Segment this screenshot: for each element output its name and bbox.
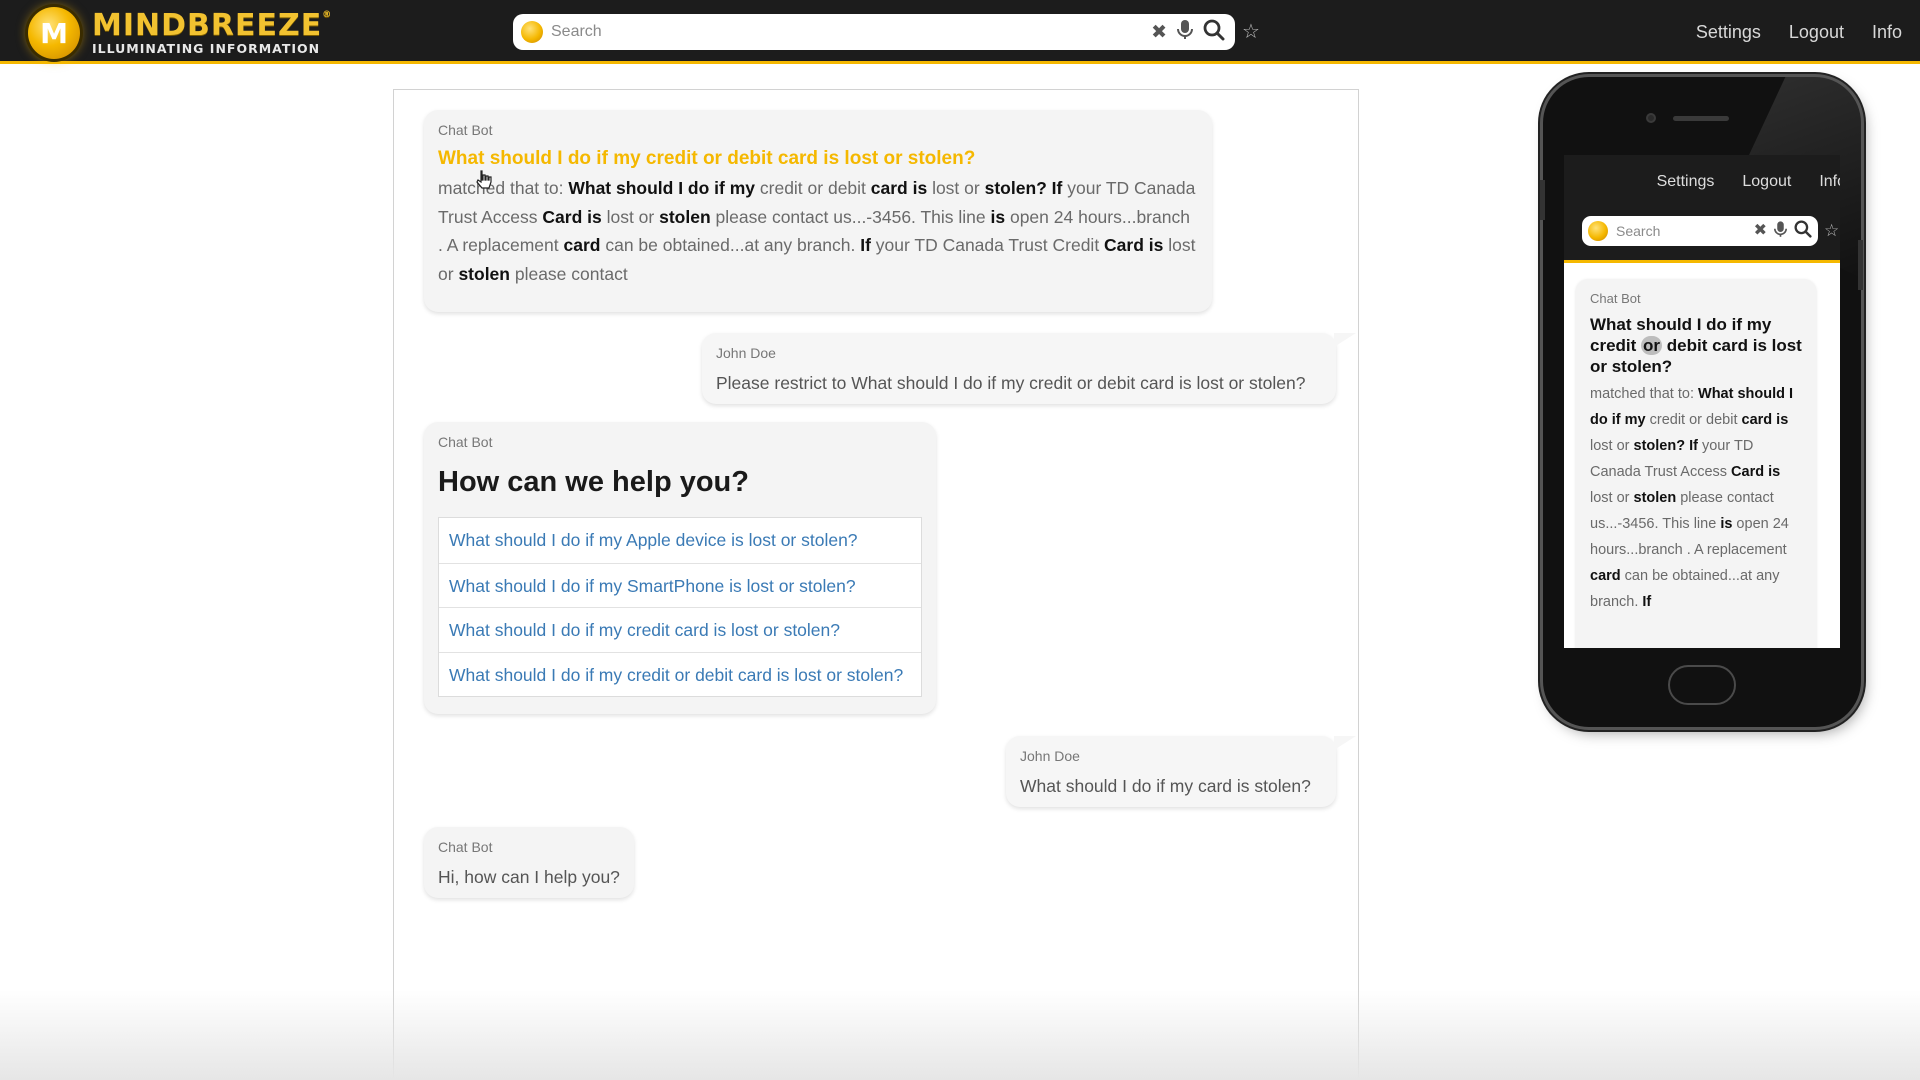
message-sender: John Doe [1020,748,1080,764]
chat-message-bot-result: Chat Bot What should I do if my credit o… [424,110,1212,312]
snippet-text: your TD Canada Trust Credit [870,235,1105,255]
phone-nav: Settings Logout Info [1629,173,1840,191]
snippet-match: Card is [1731,464,1781,480]
phone-top-bar: Settings Logout Info Search ✖ ☆ [1564,155,1840,263]
suggestion-option[interactable]: What should I do if my Apple device is l… [439,518,921,563]
phone-side-button [1540,180,1545,220]
phone-nav-settings[interactable]: Settings [1657,173,1715,191]
logo-badge-icon: M [28,7,80,59]
message-sender: Chat Bot [438,839,493,855]
snippet-text: please contact us...-3456. This line [710,206,991,227]
snippet-text: lost or [1590,438,1634,454]
snippet-match: Card is [542,206,602,227]
logo-text: MINDBREEZE® ILLUMINATING INFORMATION [92,7,333,56]
snippet-text: credit or debit [1645,412,1742,428]
mindbreeze-search-icon [1588,221,1608,241]
snippet-match: stolen? If [984,178,1063,198]
phone-search-bar[interactable]: Search ✖ [1582,216,1818,246]
snippet-match: card is [1741,412,1789,428]
top-bar: M MINDBREEZE® ILLUMINATING INFORMATION ✖… [0,0,1920,64]
logo-tagline: ILLUMINATING INFORMATION [92,40,321,56]
message-text: Hi, how can I help you? [438,867,620,887]
phone-result-snippet: matched that to: What should I do if my … [1590,381,1802,615]
top-nav: Settings Logout Info [1668,0,1902,64]
suggestion-option[interactable]: What should I do if my SmartPhone is los… [439,562,921,608]
snippet-match: is [1720,516,1733,532]
nav-info[interactable]: Info [1872,22,1902,43]
phone-nav-logout[interactable]: Logout [1742,173,1791,191]
message-text: What should I do if my card is stolen? [1020,776,1311,796]
message-sender: Chat Bot [1590,291,1641,306]
microphone-icon[interactable] [1177,20,1193,44]
snippet-text: matched that to: [438,178,569,198]
trademark-mark: ® [322,9,333,20]
snippet-match: What should I do if my [568,178,756,198]
snippet-match: stolen [659,206,711,227]
phone-mockup: Settings Logout Info Search ✖ ☆ Chat Bot… [1543,77,1861,727]
clear-icon[interactable]: ✖ [1151,23,1167,42]
snippet-match: If [1642,594,1652,610]
star-icon[interactable]: ☆ [1242,19,1260,44]
snippet-match: If [860,235,871,255]
message-sender: John Doe [716,345,776,361]
snippet-match: stolen [1633,490,1677,506]
snippet-text: lost or [927,178,985,198]
search-input[interactable] [551,23,1142,41]
nav-logout[interactable]: Logout [1789,22,1844,43]
mindbreeze-logo[interactable]: M MINDBREEZE® ILLUMINATING INFORMATION [28,7,333,59]
chat-message-user: John Doe Please restrict to What should … [702,333,1356,404]
snippet-match: stolen? If [1633,438,1698,454]
snippet-text: lost or [1590,490,1634,506]
help-heading: How can we help you? [438,466,749,498]
clear-icon[interactable]: ✖ [1754,223,1767,239]
snippet-match: card [1590,568,1621,584]
result-title-link[interactable]: What should I do if my credit or debit c… [438,146,1198,172]
nav-settings[interactable]: Settings [1696,22,1761,43]
snippet-match: card is [870,178,928,198]
phone-result-title[interactable]: What should I do if my credit or debit c… [1590,314,1802,377]
highlighted-word: or [1641,336,1663,355]
search-icon[interactable] [1794,220,1812,242]
snippet-match: is [990,206,1006,227]
suggestion-option[interactable]: What should I do if my credit or debit c… [439,651,921,697]
chat-message-bot: Chat Bot Hi, how can I help you? [424,827,634,898]
message-sender: Chat Bot [438,434,493,450]
mindbreeze-search-icon [521,21,543,43]
phone-chat-message: Chat Bot What should I do if my credit o… [1576,279,1816,648]
snippet-text: can be obtained...at any branch. [600,235,861,255]
snippet-text: matched that to: [1590,386,1699,402]
chat-panel: Chat Bot What should I do if my credit o… [393,89,1359,1080]
message-sender: Chat Bot [438,122,493,138]
chat-message-bot-options: Chat Bot How can we help you? What shoul… [424,422,936,714]
message-text: Please restrict to What should I do if m… [716,373,1306,393]
suggestion-list: What should I do if my Apple device is l… [438,517,922,697]
star-icon[interactable]: ☆ [1824,221,1839,241]
snippet-text: please contact [509,263,628,284]
snippet-match: card [563,235,601,255]
search-bar: ✖ [513,14,1235,50]
suggestion-option[interactable]: What should I do if my credit card is lo… [439,607,921,652]
result-snippet: matched that to: What should I do if my … [438,174,1198,288]
phone-nav-info[interactable]: Info [1819,173,1840,191]
chat-message-user: John Doe What should I do if my card is … [1006,736,1356,807]
logo-name: MINDBREEZE® [92,7,333,43]
snippet-match: Card is [1104,235,1164,255]
snippet-text: lost or [601,206,660,227]
phone-speaker-icon [1673,116,1729,121]
phone-screen: Settings Logout Info Search ✖ ☆ Chat Bot… [1564,155,1840,648]
phone-side-button [1858,240,1863,290]
phone-camera-icon [1646,113,1656,123]
phone-home-button [1668,665,1736,705]
snippet-text: credit or debit [755,178,871,198]
phone-search-placeholder: Search [1616,223,1661,239]
search-icon[interactable] [1203,19,1225,45]
microphone-icon[interactable] [1774,220,1787,242]
mouse-cursor-icon [476,170,492,190]
snippet-match: stolen [458,263,510,284]
